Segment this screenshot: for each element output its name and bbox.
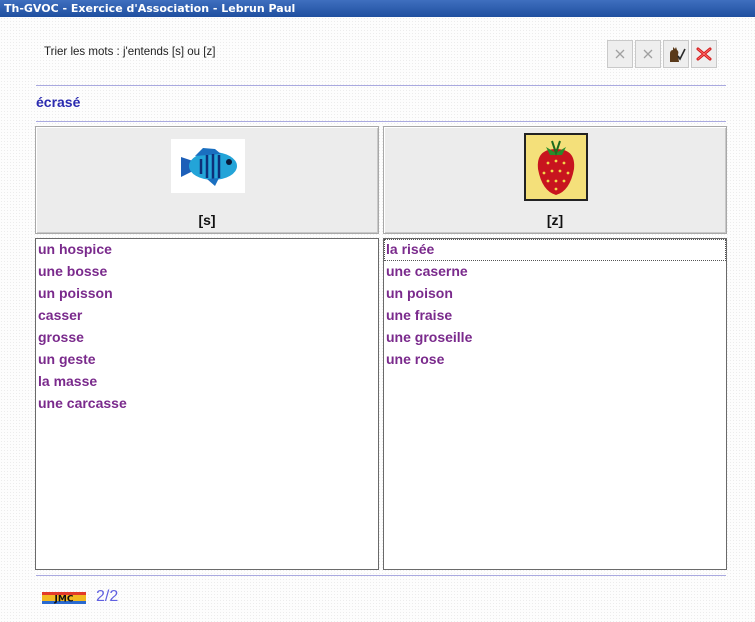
column-label-z: [z]	[546, 212, 564, 228]
word-list-z[interactable]: la risée une caserne un poison une frais…	[383, 238, 727, 570]
logo-text: JMC	[54, 595, 74, 605]
window-title: Th-GVOC - Exercice d'Association - Lebru…	[0, 0, 755, 17]
quit-button[interactable]	[691, 40, 717, 68]
close-gray-icon	[615, 49, 625, 59]
jmc-logo: JMC	[42, 592, 86, 604]
list-item[interactable]: une carcasse	[36, 393, 378, 415]
list-item[interactable]: un geste	[36, 349, 378, 371]
strawberry-icon	[524, 133, 588, 201]
list-item[interactable]: un hospice	[36, 239, 378, 261]
list-item[interactable]: grosse	[36, 327, 378, 349]
fish-icon	[171, 139, 245, 193]
column-header-z[interactable]: [z]	[383, 126, 727, 234]
separator-bottom	[36, 575, 726, 576]
toolbar-button-1[interactable]	[607, 40, 633, 68]
list-item[interactable]: une bosse	[36, 261, 378, 283]
list-item[interactable]: une rose	[384, 349, 726, 371]
list-item[interactable]: un poison	[384, 283, 726, 305]
validate-button[interactable]	[663, 40, 689, 68]
column-header-s[interactable]: [s]	[35, 126, 379, 234]
progress-counter: 2/2	[96, 588, 119, 605]
separator-top	[36, 85, 726, 86]
word-list-s[interactable]: un hospice une bosse un poisson casser g…	[35, 238, 379, 570]
separator-word	[36, 121, 726, 122]
cat-check-icon	[670, 47, 686, 62]
toolbar	[607, 40, 719, 70]
list-item[interactable]: une groseille	[384, 327, 726, 349]
column-label-s: [s]	[198, 212, 216, 228]
list-item[interactable]: une fraise	[384, 305, 726, 327]
list-item[interactable]: casser	[36, 305, 378, 327]
toolbar-button-2[interactable]	[635, 40, 661, 68]
close-gray-icon	[643, 49, 653, 59]
list-item[interactable]: un poisson	[36, 283, 378, 305]
list-item[interactable]: la masse	[36, 371, 378, 393]
close-red-icon	[696, 47, 712, 61]
current-word: écrasé	[36, 94, 81, 110]
instruction-text: Trier les mots : j'entends [s] ou [z]	[44, 44, 216, 58]
list-item-selected[interactable]: la risée	[384, 239, 726, 261]
list-item[interactable]: une caserne	[384, 261, 726, 283]
